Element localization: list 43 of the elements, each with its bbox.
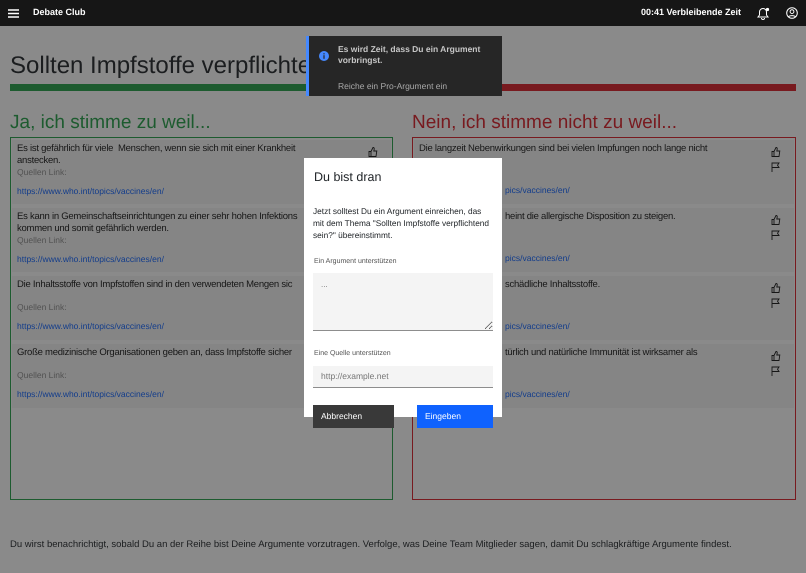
thumbs-up-icon[interactable] bbox=[368, 147, 378, 157]
argument-text: türlich und natürliche Immunität ist wirksamer als bbox=[505, 347, 698, 359]
user-avatar-icon[interactable] bbox=[786, 7, 798, 19]
column-heading: Ja, ich stimme zu weil... bbox=[10, 111, 212, 135]
source-link[interactable]: https://www.who.int/topics/vaccines/en/ bbox=[17, 186, 164, 197]
dialog-text: Jetzt solltest Du ein Argument einreichen, das mit dem Thema "Sollten Impfstoffe verpflichtend sein?" übereinstimmt. bbox=[313, 204, 490, 241]
argument-text: schädliche Inhaltsstoffe. bbox=[505, 279, 600, 291]
argument-text: Große medizinische Organisationen geben an, dass Impfstoffe sicher bbox=[17, 347, 292, 359]
thumbs-up-icon[interactable] bbox=[771, 283, 781, 293]
countdown-timer: 00:41 Verbleibende Zeit bbox=[640, 6, 741, 20]
flag-icon[interactable] bbox=[771, 162, 780, 172]
source-link[interactable]: https://www.who.int/topics/vaccines/en/ bbox=[17, 321, 164, 332]
thumbs-up-icon[interactable] bbox=[771, 351, 781, 361]
source-link[interactable]: pics/vaccines/en/ bbox=[505, 321, 570, 332]
source-link[interactable]: pics/vaccines/en/ bbox=[505, 185, 570, 196]
argument-text: Es ist gefährlich für viele Menschen, wenn sie sich mit einer Krankheit anstecken. bbox=[17, 143, 296, 167]
menu-icon[interactable] bbox=[8, 8, 19, 18]
info-icon bbox=[319, 50, 329, 61]
toast-message: Reiche ein Pro-Argument ein bbox=[338, 80, 448, 93]
source-link[interactable]: https://www.who.int/topics/vaccines/en/ bbox=[17, 389, 164, 400]
flag-icon[interactable] bbox=[771, 366, 780, 376]
submit-button[interactable]: Eingeben bbox=[417, 404, 493, 428]
app-title: Debate Club bbox=[33, 6, 86, 20]
argument-text-area[interactable]: ... bbox=[313, 273, 493, 332]
dialog-title: Du bist dran bbox=[314, 169, 382, 186]
thumbs-up-icon[interactable] bbox=[771, 147, 781, 157]
source-link[interactable]: https://www.who.int/topics/vaccines/en/ bbox=[17, 254, 164, 265]
argument-text: Die langzeit Nebenwirkungen sind bei vielen Impfungen noch lange nicht bbox=[419, 143, 708, 155]
column-heading: Nein, ich stimme nicht zu weil... bbox=[412, 111, 678, 135]
argument-text: Die Inhaltsstoffe von Impfstoffen sind in den verwendeten Mengen sic bbox=[17, 279, 292, 291]
notification-bell-icon[interactable] bbox=[757, 6, 770, 20]
source-url-field[interactable]: http://example.net bbox=[313, 366, 493, 388]
source-link[interactable]: pics/vaccines/en/ bbox=[505, 389, 570, 400]
toast-title: Es wird Zeit, dass Du ein Argument vorbringst. bbox=[338, 44, 482, 66]
argument-text: Es kann in Gemeinschaftseinrichtungen zu einer sehr hohen Infektions kommen und somit gefährlich werden. bbox=[17, 211, 298, 235]
thumbs-up-icon[interactable] bbox=[771, 215, 781, 225]
flag-icon[interactable] bbox=[771, 230, 780, 240]
source-link[interactable]: pics/vaccines/en/ bbox=[505, 253, 570, 264]
flag-icon[interactable] bbox=[771, 298, 780, 308]
argument-text: heint die allergische Disposition zu steigen. bbox=[505, 211, 676, 223]
cancel-button[interactable]: Abbrechen bbox=[313, 404, 394, 428]
info-text: Du wirst benachrichtigt, sobald Du an der Reihe bist Deine Argumente vorzutragen. Verfolge, was Deine Team Mitglieder sagen, damit Du schlagkräftige Argumente findest. bbox=[10, 538, 733, 552]
topic-title: Sollten Impfstoffe verpflichte bbox=[10, 51, 312, 81]
